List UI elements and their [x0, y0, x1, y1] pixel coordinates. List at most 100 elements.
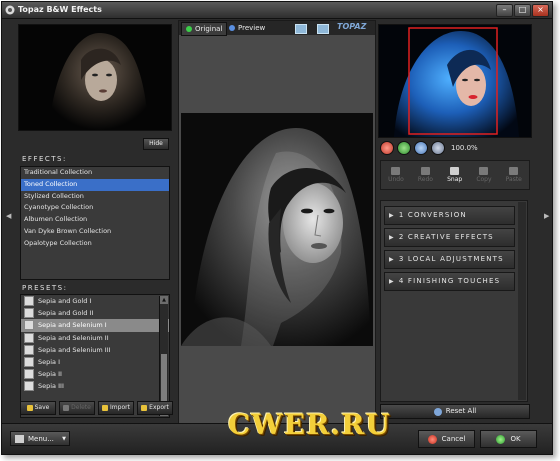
copy-label: Copy — [476, 176, 492, 183]
preset-label: Sepia I — [38, 357, 61, 366]
main-preview-image[interactable] — [181, 113, 373, 346]
section-label: 2 CREATIVE EFFECTS — [398, 233, 494, 241]
effect-item[interactable]: Cyanotype Collection — [21, 202, 169, 214]
single-view-icon[interactable] — [295, 24, 307, 34]
effect-item[interactable]: Traditional Collection — [21, 167, 169, 179]
zoom-fit-icon[interactable] — [414, 141, 428, 155]
preset-item[interactable]: Sepia II — [21, 368, 169, 380]
sections-scrollbar[interactable] — [518, 202, 526, 400]
save-icon — [26, 405, 33, 411]
collapse-left-arrow-icon[interactable]: ◀ — [6, 212, 11, 220]
paste-button[interactable]: Paste — [506, 167, 522, 183]
section-conversion[interactable]: ▶ 1 CONVERSION — [384, 206, 515, 225]
window-title: Topaz B&W Effects — [18, 5, 102, 14]
section-label: 1 CONVERSION — [398, 211, 467, 219]
preset-buttons: Save Delete Import Export — [20, 401, 173, 415]
adjustment-sections: ▶ 1 CONVERSION ▶ 2 CREATIVE EFFECTS ▶ 3 LOC… — [380, 200, 528, 402]
section-label: 4 FINISHING TOUCHES — [398, 277, 501, 285]
export-label: Export — [149, 404, 169, 411]
snap-icon — [450, 167, 460, 175]
section-finishing-touches[interactable]: ▶ 4 FINISHING TOUCHES — [384, 272, 515, 291]
split-view-icon[interactable] — [317, 24, 329, 34]
preset-item[interactable]: Sepia and Gold II — [21, 307, 169, 319]
copy-button[interactable]: Copy — [476, 167, 492, 183]
delete-preset-button[interactable]: Delete — [59, 401, 95, 415]
effect-item[interactable]: Albumen Collection — [21, 214, 169, 226]
preset-label: Sepia and Selenium III — [38, 345, 111, 354]
preview-panel: Original Preview TOPAZ — [178, 20, 376, 424]
effect-item[interactable]: Stylized Collection — [21, 191, 169, 203]
delete-icon — [63, 405, 70, 411]
navigator-thumbnail — [18, 24, 172, 131]
title-bar: Topaz B&W Effects – □ × — [2, 2, 552, 19]
ok-button[interactable]: OK — [480, 430, 537, 448]
snap-label: Snap — [447, 176, 463, 183]
section-creative-effects[interactable]: ▶ 2 CREATIVE EFFECTS — [384, 228, 515, 247]
collapse-right-arrow-icon[interactable]: ▶ — [544, 212, 549, 220]
app-icon — [5, 5, 15, 15]
export-icon — [141, 405, 148, 411]
zoom-out-icon[interactable] — [380, 141, 394, 155]
right-panel: 100.0% Undo Redo Snap Copy Paste ▶ 1 CONV… — [378, 24, 532, 422]
dropdown-arrow-icon: ▼ — [62, 435, 66, 442]
effects-heading: EFFECTS: — [22, 155, 67, 163]
snap-button[interactable]: Snap — [447, 167, 462, 183]
undo-label: Undo — [388, 176, 404, 183]
tab-preview[interactable]: Preview — [225, 22, 269, 34]
navigator-original-thumbnail[interactable] — [378, 24, 532, 138]
presets-scrollbar[interactable]: ▲ ▼ — [159, 296, 168, 416]
preset-icon — [24, 381, 34, 392]
import-icon — [102, 405, 109, 411]
preset-item[interactable]: Sepia and Selenium III — [21, 344, 169, 356]
save-preset-button[interactable]: Save — [20, 401, 56, 415]
preset-icon — [24, 296, 34, 307]
preset-label: Sepia II — [38, 370, 62, 379]
hide-button[interactable]: Hide — [143, 138, 169, 150]
cancel-icon — [427, 434, 437, 444]
copy-icon — [479, 167, 489, 175]
preset-item[interactable]: Sepia and Gold I — [21, 295, 169, 307]
reset-label: Reset All — [445, 407, 477, 415]
minimize-button[interactable]: – — [496, 4, 513, 17]
section-label: 3 LOCAL ADJUSTMENTS — [398, 255, 504, 263]
preset-item[interactable]: Sepia I — [21, 356, 169, 368]
scroll-up-arrow-icon[interactable]: ▲ — [160, 296, 168, 304]
zoom-actual-icon[interactable] — [431, 141, 445, 155]
preset-label: Sepia and Selenium II — [38, 333, 109, 342]
reset-icon — [433, 407, 442, 416]
ok-label: OK — [510, 435, 521, 443]
preset-item-selected[interactable]: Sepia and Selenium I — [21, 319, 169, 332]
menu-button[interactable]: Menu... ▼ — [10, 431, 70, 446]
undo-button[interactable]: Undo — [388, 167, 404, 183]
scroll-thumb[interactable] — [161, 354, 167, 402]
cancel-label: Cancel — [441, 435, 466, 443]
delete-label: Delete — [71, 404, 91, 411]
preset-label: Sepia and Selenium I — [38, 321, 107, 330]
preset-icon — [24, 344, 34, 355]
export-preset-button[interactable]: Export — [137, 401, 173, 415]
cancel-button[interactable]: Cancel — [418, 430, 475, 448]
zoom-in-icon[interactable] — [397, 141, 411, 155]
import-preset-button[interactable]: Import — [98, 401, 134, 415]
redo-label: Redo — [417, 176, 433, 183]
maximize-button[interactable]: □ — [514, 4, 531, 17]
close-button[interactable]: × — [532, 4, 549, 17]
effect-item[interactable]: Opalotype Collection — [21, 238, 169, 250]
effect-item-selected[interactable]: Toned Collection — [21, 178, 169, 191]
redo-button[interactable]: Redo — [418, 167, 433, 183]
preset-item[interactable]: Sepia III — [21, 380, 169, 392]
paste-label: Paste — [505, 176, 522, 183]
presets-heading: PRESETS: — [22, 284, 68, 292]
presets-list: Sepia and Gold I Sepia and Gold II Sepia… — [20, 294, 170, 418]
edit-toolbar: Undo Redo Snap Copy Paste — [380, 160, 530, 190]
effect-item[interactable]: Van Dyke Brown Collection — [21, 226, 169, 238]
expand-arrow-icon: ▶ — [389, 212, 395, 219]
reset-all-button[interactable]: Reset All — [380, 404, 530, 419]
section-local-adjustments[interactable]: ▶ 3 LOCAL ADJUSTMENTS — [384, 250, 515, 269]
preset-item[interactable]: Sepia and Selenium II — [21, 332, 169, 344]
preset-label: Sepia and Gold I — [38, 297, 92, 305]
ok-icon — [496, 434, 506, 444]
tab-original[interactable]: Original — [181, 22, 228, 36]
undo-icon — [391, 167, 401, 175]
preset-label: Sepia III — [38, 382, 64, 391]
